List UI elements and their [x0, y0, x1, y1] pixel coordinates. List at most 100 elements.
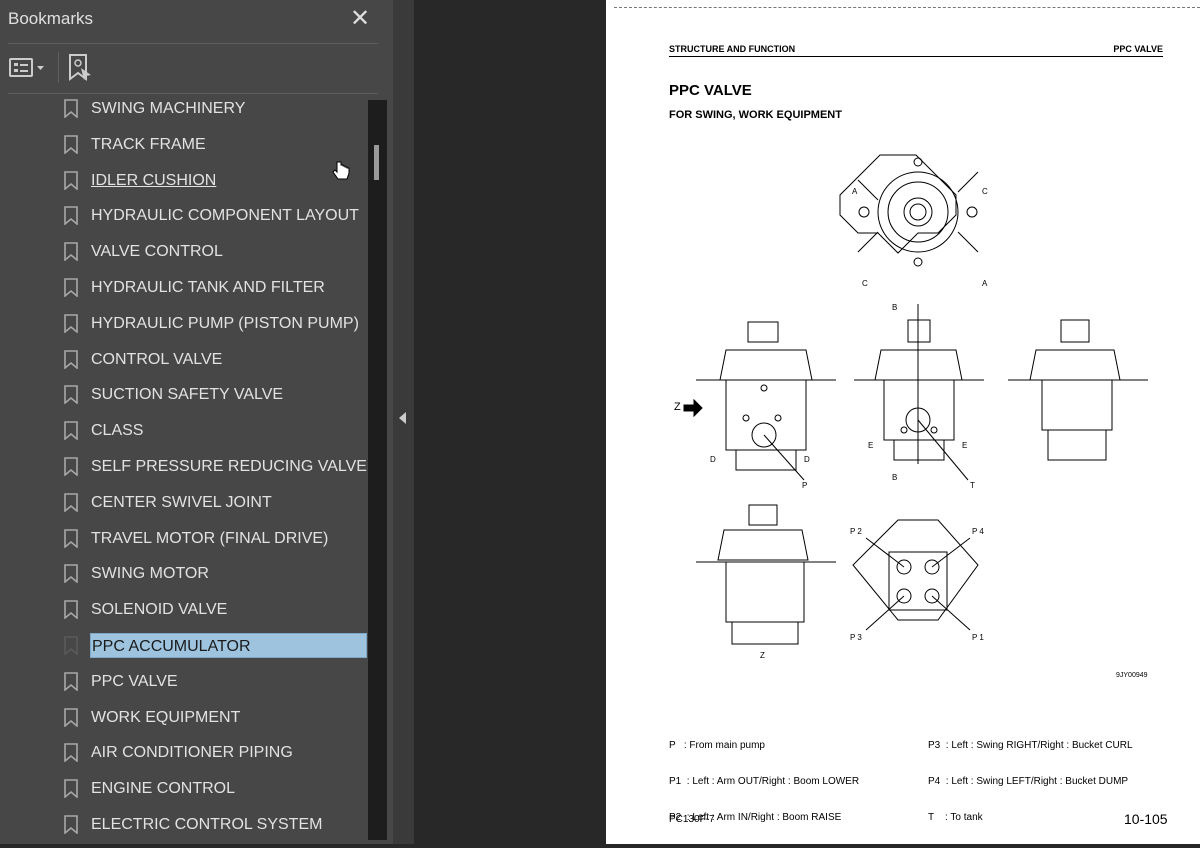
- bookmark-label: SELF PRESSURE REDUCING VALVE: [91, 458, 367, 475]
- bookmark-icon: [64, 421, 78, 441]
- close-icon[interactable]: ✕: [350, 4, 370, 33]
- bookmark-icon: [64, 492, 78, 512]
- bookmark-item[interactable]: PPC VALVE: [0, 664, 368, 698]
- svg-text:B: B: [892, 303, 897, 312]
- bookmark-icon: [64, 278, 78, 297]
- bookmark-label: IDLER CUSHION: [91, 171, 217, 189]
- bookmark-item[interactable]: CONTROL VALVE: [0, 342, 368, 376]
- legend-entry: P1 : Left : Arm OUT/Right : Boom LOWER: [669, 776, 860, 787]
- svg-text:D: D: [804, 455, 810, 464]
- svg-text:C: C: [862, 279, 868, 288]
- bookmark-icon: [64, 528, 78, 548]
- bookmark-icon: [64, 206, 78, 226]
- bookmark-item[interactable]: IDLER CUSHION: [0, 163, 368, 197]
- bookmark-item[interactable]: SWING MACHINERY: [0, 95, 368, 125]
- bookmark-label: ELECTRIC CONTROL SYSTEM: [91, 816, 323, 833]
- bookmark-item[interactable]: SUCTION SAFETY VALVE: [0, 377, 368, 411]
- bookmark-icon: [64, 349, 78, 369]
- svg-text:P 2: P 2: [850, 527, 862, 536]
- bookmark-item[interactable]: WORK EQUIPMENT: [0, 700, 368, 734]
- header-rule: [669, 56, 1163, 57]
- bookmark-icon: [64, 385, 78, 405]
- options-button[interactable]: [9, 57, 49, 79]
- svg-text:T: T: [970, 481, 975, 490]
- divider: [8, 43, 378, 44]
- bookmark-label: AIR CONDITIONER PIPING: [91, 744, 293, 762]
- bookmark-icon: [64, 242, 78, 262]
- panel-title: Bookmarks: [8, 9, 94, 28]
- bookmark-label: SWING MOTOR: [91, 565, 209, 583]
- bookmark-item[interactable]: HYDRAULIC COMPONENT LAYOUT: [0, 198, 368, 232]
- bookmark-icon: [64, 170, 78, 190]
- legend-entry: P : From main pump: [669, 740, 765, 751]
- bookmark-label: HYDRAULIC COMPONENT LAYOUT: [91, 207, 359, 225]
- bookmark-icon: [64, 815, 78, 834]
- bookmark-list: SWING MACHINERY TRACK FRAME IDLER CUSHION H…: [0, 95, 368, 844]
- pdf-page: STRUCTURE AND FUNCTION PPC VALVE PPC VAL…: [606, 0, 1200, 844]
- collapse-panel-icon[interactable]: [399, 412, 406, 424]
- bookmark-icon: [64, 99, 78, 118]
- bookmark-item[interactable]: PPC ACCUMULATOR: [0, 628, 368, 662]
- bookmark-item[interactable]: TRAVEL MOTOR (FINAL DRIVE): [0, 521, 368, 555]
- bookmark-icon: [64, 707, 78, 727]
- bookmark-item[interactable]: AIR CONDITIONER PIPING: [0, 735, 368, 769]
- svg-text:E: E: [962, 441, 967, 450]
- bookmark-label: PPC ACCUMULATOR: [90, 633, 367, 658]
- bookmark-icon: [64, 564, 78, 584]
- bookmark-icon: [64, 134, 78, 154]
- legend-entry: T : To tank: [928, 812, 983, 823]
- bookmark-item[interactable]: HYDRAULIC TANK AND FILTER: [0, 270, 368, 304]
- legend-right: P3 : Left : Swing RIGHT/Right : Bucket C…: [928, 716, 1133, 848]
- hand-cursor-icon: [332, 161, 350, 180]
- bookmark-item[interactable]: VALVE CONTROL: [0, 234, 368, 268]
- bookmark-item[interactable]: CLASS: [0, 413, 368, 447]
- svg-text:P: P: [802, 481, 807, 490]
- toolbar-separator: [58, 52, 59, 83]
- scrollbar[interactable]: [368, 100, 387, 840]
- svg-text:C: C: [982, 187, 988, 196]
- header-right: PPC VALVE: [1113, 44, 1163, 54]
- svg-text:9JY00949: 9JY00949: [1116, 672, 1148, 679]
- bookmark-label: CENTER SWIVEL JOINT: [91, 493, 272, 511]
- bookmark-item[interactable]: ELECTRIC CONTROL SYSTEM: [0, 807, 368, 841]
- bookmark-icon: [64, 457, 78, 476]
- bookmark-label: CONTROL VALVE: [91, 350, 223, 368]
- bookmark-label: VALVE CONTROL: [91, 243, 223, 261]
- svg-text:P 4: P 4: [972, 527, 984, 536]
- bookmark-item[interactable]: SWING MOTOR: [0, 556, 368, 590]
- bookmarks-panel: Bookmarks ✕ SWING MACHINERY TRACK FRAME ID…: [0, 0, 393, 844]
- bookmark-label: ENGINE CONTROL: [91, 780, 236, 798]
- legend-left: P : From main pump P1 : Left : Arm OUT/R…: [669, 716, 859, 848]
- bookmark-item[interactable]: CENTER SWIVEL JOINT: [0, 485, 368, 519]
- page-number: 10-105: [1124, 811, 1168, 827]
- model-number: PC130F-7: [669, 814, 715, 825]
- svg-text:Z: Z: [760, 651, 765, 660]
- bookmark-label: WORK EQUIPMENT: [91, 708, 241, 726]
- scrollbar-thumb[interactable]: [374, 145, 379, 180]
- bookmark-label: CLASS: [91, 422, 144, 440]
- find-current-bookmark-button[interactable]: [68, 54, 94, 82]
- list-options-icon: [9, 58, 44, 77]
- bookmark-icon: [64, 600, 78, 620]
- side-view-right: [1008, 319, 1148, 461]
- bookmark-item[interactable]: ENGINE CONTROL: [0, 771, 368, 805]
- find-current-bookmark-icon: [69, 54, 91, 81]
- bookmark-icon: [64, 671, 78, 691]
- page-subtitle: FOR SWING, WORK EQUIPMENT: [669, 109, 842, 121]
- bookmark-item[interactable]: HYDRAULIC PUMP (PISTON PUMP): [0, 306, 368, 340]
- panel-splitter[interactable]: [393, 0, 414, 844]
- side-view-left: [696, 321, 836, 471]
- front-view-z: [696, 504, 836, 645]
- divider: [8, 93, 378, 94]
- bookmark-item[interactable]: SELF PRESSURE REDUCING VALVE: [0, 449, 368, 483]
- page-title: PPC VALVE: [669, 82, 752, 99]
- legend-entry: P3 : Left : Swing RIGHT/Right : Bucket C…: [928, 740, 1133, 751]
- bookmark-label: SUCTION SAFETY VALVE: [91, 386, 284, 404]
- svg-text:P 1: P 1: [972, 633, 984, 642]
- bookmark-item[interactable]: SOLENOID VALVE: [0, 592, 368, 626]
- bookmark-item[interactable]: TRACK FRAME: [0, 127, 368, 161]
- bookmark-icon: [64, 636, 78, 655]
- side-view-center: [854, 304, 984, 481]
- bookmark-icon: [64, 743, 78, 763]
- top-view: [839, 154, 979, 267]
